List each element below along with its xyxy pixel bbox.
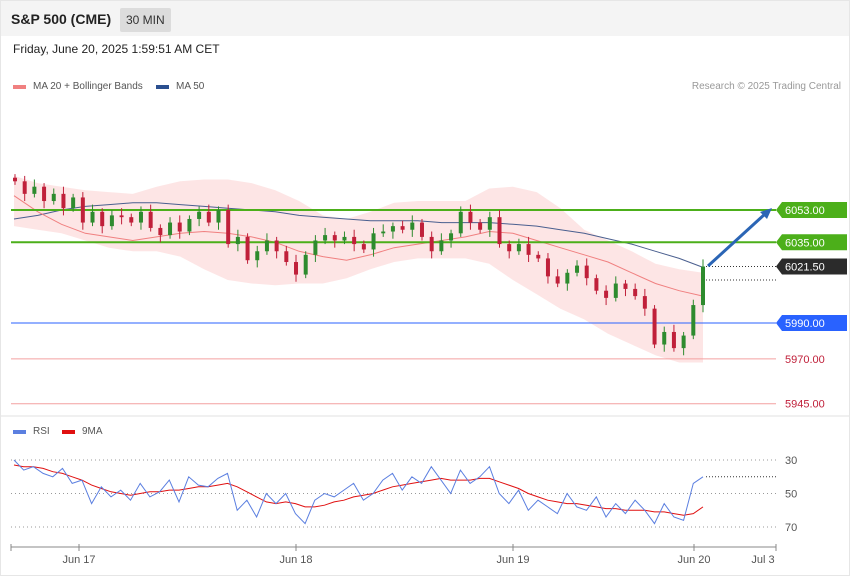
candle-body — [352, 236, 357, 245]
candle-body — [109, 215, 114, 227]
candle-body — [449, 233, 454, 241]
candle-body — [701, 266, 705, 306]
candle-body — [516, 244, 521, 252]
candle-body — [507, 244, 512, 252]
level-label-resistance: 6035.00 — [785, 237, 825, 249]
level-label-pivot: 5990.00 — [785, 318, 825, 330]
rsi-tick-label: 50 — [785, 489, 797, 501]
level-label-resistance: 6053.00 — [785, 205, 825, 217]
time-label: Jul 3 — [751, 554, 774, 566]
candle-body — [400, 226, 405, 230]
candle-body — [90, 211, 95, 223]
candle-body — [61, 193, 66, 209]
chart-canvas: 6053.00 6035.00 6021.50 5990.00 5970.00 5945.… — [1, 174, 849, 566]
candle-body — [604, 290, 609, 298]
rsi-line — [13, 459, 704, 525]
rsi-tick-label: 70 — [785, 522, 797, 534]
candle-body — [216, 210, 221, 223]
candle-body — [274, 240, 279, 252]
candle-body — [419, 222, 424, 237]
candle-body — [575, 265, 580, 273]
candle-body — [187, 218, 192, 232]
time-label: Jun 20 — [677, 554, 710, 566]
candle-body — [138, 211, 143, 223]
candle-body — [555, 276, 560, 284]
candle-body — [313, 240, 318, 255]
candle-body — [371, 233, 376, 250]
candle-body — [264, 240, 269, 252]
candle-body — [613, 283, 618, 298]
candle-body — [594, 278, 599, 291]
candle-body — [439, 240, 444, 252]
candle-body — [206, 211, 211, 223]
candle-body — [332, 235, 337, 241]
candle-body — [177, 222, 182, 232]
candle-body — [119, 215, 124, 218]
candle-body — [303, 254, 308, 275]
candle-body — [381, 231, 386, 234]
candle-body — [42, 186, 47, 202]
candle-body — [565, 272, 570, 284]
candle-body — [623, 283, 628, 289]
candle-body — [584, 265, 589, 279]
candle-body — [526, 244, 531, 255]
candle-body — [536, 254, 541, 259]
candle-body — [633, 288, 638, 297]
candle-body — [323, 235, 328, 241]
candle-body — [691, 305, 696, 336]
level-label-support: 5970.00 — [785, 354, 825, 366]
candle-body — [255, 251, 260, 261]
candle-body — [468, 211, 473, 223]
candle-body — [51, 193, 56, 202]
time-label: Jun 19 — [496, 554, 529, 566]
candle-body — [80, 197, 85, 223]
candle-body — [158, 227, 163, 236]
candle-body — [197, 211, 202, 219]
projection-arrow — [706, 212, 767, 268]
candle-body — [235, 236, 240, 245]
rsi-ma-line — [13, 464, 704, 516]
candle-body — [226, 210, 231, 245]
candle-body — [478, 222, 483, 230]
candle-body — [71, 197, 76, 209]
candle-body — [100, 211, 105, 227]
time-label: Jun 18 — [279, 554, 312, 566]
candle-body — [662, 331, 667, 345]
candle-body — [32, 186, 37, 194]
candle-body — [284, 251, 289, 263]
candle-body — [13, 177, 17, 182]
candle-body — [168, 222, 173, 236]
candle-body — [148, 211, 153, 228]
candle-body — [245, 236, 250, 261]
candle-body — [545, 258, 550, 277]
candle-body — [361, 244, 366, 250]
candle-body — [681, 335, 686, 349]
candle-body — [342, 236, 347, 241]
candle-body — [22, 181, 27, 194]
candle-body — [390, 226, 395, 232]
time-label: Jun 17 — [62, 554, 95, 566]
candle-body — [497, 217, 502, 245]
candle-body — [129, 217, 134, 223]
candle-body — [652, 308, 657, 345]
candle-body — [294, 262, 299, 275]
candle-body — [642, 296, 647, 309]
candle-body — [410, 222, 415, 230]
level-label-support: 5945.00 — [785, 399, 825, 411]
candle-body — [429, 236, 434, 252]
candle-body — [458, 211, 463, 234]
candle-body — [487, 217, 492, 230]
rsi-tick-label: 30 — [785, 455, 797, 467]
level-label-last: 6021.50 — [785, 262, 825, 274]
candle-body — [671, 331, 676, 349]
